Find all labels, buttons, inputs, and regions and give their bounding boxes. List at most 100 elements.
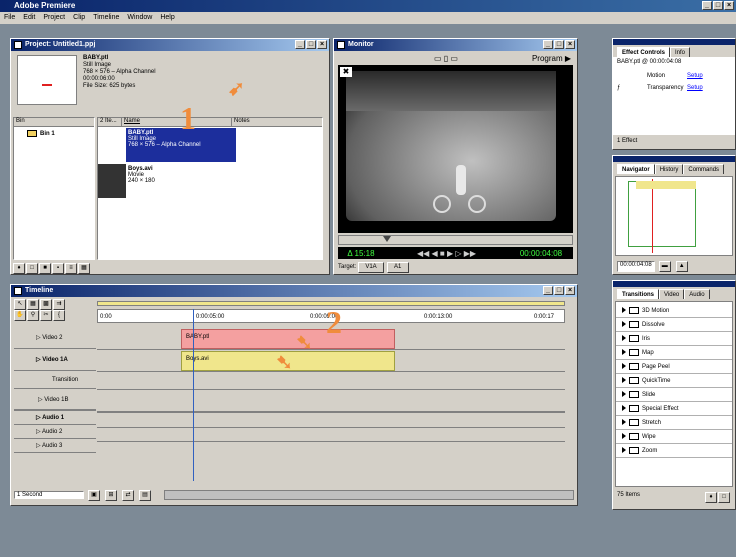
column-count[interactable]: 2 Ite... (98, 118, 122, 126)
column-name[interactable]: Name (122, 118, 232, 126)
expand-icon[interactable] (622, 321, 626, 328)
track-header-transition[interactable]: Transition (14, 371, 96, 389)
transition-folder[interactable]: Dissolve (616, 318, 732, 332)
bin-item[interactable]: Bin 1 (14, 127, 94, 137)
monitor-scrubber[interactable] (338, 235, 573, 245)
monitor-view-buttons[interactable]: ▭ ▯ ▭ (434, 54, 458, 63)
toggle-shift-icon[interactable]: ▤ (139, 489, 151, 501)
track-select-icon[interactable]: ⇉ (53, 299, 65, 310)
monitor-close-button[interactable]: × (565, 40, 575, 49)
project-minimize-button[interactable]: _ (295, 40, 305, 49)
tab-navigator[interactable]: Navigator (617, 164, 655, 174)
track-header-video1b[interactable]: ▷ Video 1B (14, 389, 96, 411)
tab-history[interactable]: History (654, 164, 684, 174)
track-header-video2[interactable]: ▷ Video 2 (14, 327, 96, 349)
find-icon[interactable]: ♦ (705, 492, 717, 503)
bin-icon[interactable]: □ (26, 263, 38, 274)
menu-clip[interactable]: Clip (73, 12, 85, 24)
track-area[interactable]: BABY.ptl Boys.avi (97, 309, 565, 483)
icon-view-icon[interactable]: ▦ (78, 263, 90, 274)
transition-folder[interactable]: Wipe (616, 430, 732, 444)
transition-folder[interactable]: Stretch (616, 416, 732, 430)
new-bin-icon[interactable]: ■ (39, 263, 51, 274)
project-maximize-button[interactable]: □ (306, 40, 316, 49)
timeline-scrollbar[interactable] (164, 490, 574, 500)
track-options-icon[interactable]: ▣ (88, 489, 100, 501)
tab-info[interactable]: Info (670, 47, 691, 57)
transition-folder[interactable]: Map (616, 346, 732, 360)
menu-help[interactable]: Help (160, 12, 174, 24)
track-header-audio2[interactable]: ▷ Audio 2 (14, 425, 96, 439)
transition-folder[interactable]: Zoom (616, 444, 732, 458)
navigator-view[interactable] (615, 176, 733, 256)
monitor-minimize-button[interactable]: _ (543, 40, 553, 49)
tab-video[interactable]: Video (659, 289, 685, 299)
zoom-out-icon[interactable]: ▬ (658, 261, 671, 272)
toggle-sync-icon[interactable]: ⇄ (122, 489, 134, 501)
time-unit-select[interactable]: 1 Second (14, 491, 84, 499)
clip-baby[interactable]: BABY.ptl (181, 329, 395, 349)
zoom-in-icon[interactable]: ▲ (675, 261, 688, 272)
column-notes[interactable]: Notes (232, 118, 250, 126)
tab-transitions[interactable]: Transitions (617, 289, 660, 299)
track-header-video1a[interactable]: ▷ Video 1A (14, 349, 96, 371)
expand-icon[interactable] (622, 433, 626, 440)
tab-effect-controls[interactable]: Effect Controls (617, 47, 671, 57)
project-close-button[interactable]: × (317, 40, 327, 49)
menu-project[interactable]: Project (43, 12, 65, 24)
in-out-tool-icon[interactable]: { (53, 310, 65, 321)
close-button[interactable]: × (724, 1, 734, 10)
transition-folder[interactable]: Special Effect (616, 402, 732, 416)
expand-icon[interactable] (622, 349, 626, 356)
navigator-timecode[interactable]: 00:00:04:08 (617, 261, 655, 272)
range-select-icon[interactable]: ▦ (27, 299, 39, 310)
target-audio-select[interactable]: A1 (386, 262, 409, 273)
block-select-icon[interactable]: ▩ (40, 299, 52, 310)
expand-icon[interactable] (622, 447, 626, 454)
effect-setup-link[interactable]: Setup (687, 85, 703, 91)
target-video-select[interactable]: V1A (358, 262, 385, 273)
close-icon[interactable]: ✖ (340, 67, 352, 77)
effect-row-transparency[interactable]: ƒ Transparency Setup (617, 85, 731, 91)
selection-tool-icon[interactable]: ↖ (14, 299, 26, 310)
transition-folder[interactable]: Slide (616, 388, 732, 402)
clip-row-baby[interactable]: BABY.ptl Still Image 768 × 576 – Alpha C… (98, 128, 322, 162)
track-header-audio3[interactable]: ▷ Audio 3 (14, 439, 96, 453)
timeline-maximize-button[interactable]: □ (554, 286, 564, 295)
tab-commands[interactable]: Commands (683, 164, 725, 174)
transition-folder[interactable]: QuickTime (616, 374, 732, 388)
edit-line[interactable] (193, 309, 194, 481)
effect-setup-link[interactable]: Setup (687, 73, 703, 79)
menu-window[interactable]: Window (127, 12, 152, 24)
expand-icon[interactable] (622, 377, 626, 384)
menu-edit[interactable]: Edit (23, 12, 35, 24)
expand-icon[interactable] (622, 419, 626, 426)
zoom-tool-icon[interactable]: ⚲ (27, 310, 39, 321)
transition-folder[interactable]: 3D Motion (616, 304, 732, 318)
effect-row-motion[interactable]: Motion Setup (617, 73, 731, 79)
find-icon[interactable]: ♦ (13, 263, 25, 274)
expand-icon[interactable] (622, 405, 626, 412)
timeline-minimize-button[interactable]: _ (543, 286, 553, 295)
expand-icon[interactable] (622, 391, 626, 398)
expand-icon[interactable] (622, 307, 626, 314)
monitor-maximize-button[interactable]: □ (554, 40, 564, 49)
minimize-button[interactable]: _ (702, 1, 712, 10)
menu-timeline[interactable]: Timeline (93, 12, 119, 24)
razor-tool-icon[interactable]: ✂ (40, 310, 52, 321)
expand-icon[interactable] (622, 335, 626, 342)
folder-view-icon[interactable]: □ (718, 492, 730, 503)
transition-folder[interactable]: Iris (616, 332, 732, 346)
expand-icon[interactable] (622, 363, 626, 370)
tab-audio[interactable]: Audio (684, 289, 710, 299)
track-header-audio1[interactable]: ▷ Audio 1 (14, 411, 96, 425)
toggle-snap-icon[interactable]: ⊞ (105, 489, 117, 501)
delete-icon[interactable]: ▪ (52, 263, 64, 274)
maximize-button[interactable]: □ (713, 1, 723, 10)
list-view-icon[interactable]: ≡ (65, 263, 77, 274)
transition-folder[interactable]: Page Peel (616, 360, 732, 374)
hand-tool-icon[interactable]: ✋ (14, 310, 26, 321)
clip-row-boys[interactable]: Boys.avi Movie 240 × 180 (98, 164, 322, 198)
timeline-close-button[interactable]: × (565, 286, 575, 295)
transport-controls[interactable]: ◀◀ ◀ ■ ▶ ▷ ▶▶ (384, 249, 509, 258)
